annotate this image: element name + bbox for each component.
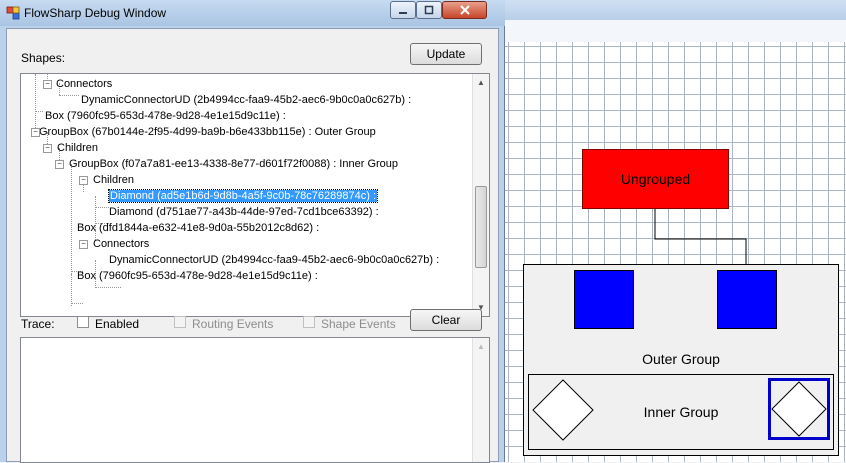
shapes-label: Shapes: — [21, 51, 66, 65]
tree-item-selected[interactable]: Diamond (ad5e1b6d-9d8b-4a5f-9c0b-78c7628… — [107, 188, 379, 204]
tree-item[interactable]: − Connectors — [77, 236, 149, 252]
tree-item[interactable]: − GroupBox (f07a7a81-ee13-4338-8e77-d601… — [53, 156, 398, 172]
minimize-button[interactable] — [390, 1, 416, 19]
tree-item[interactable]: − Children — [41, 140, 98, 156]
tree-item[interactable]: DynamicConnectorUD (2b4994cc-faa9-45b2-a… — [109, 252, 439, 268]
minimize-icon — [391, 2, 415, 18]
collapse-icon[interactable]: − — [43, 80, 52, 89]
tree-item[interactable]: − Connectors — [41, 76, 112, 92]
tree-item[interactable]: Box (dfd1844a-e632-41e8-9d0a-55b2012c8d6… — [77, 220, 319, 236]
window-title: FlowSharp Debug Window — [24, 6, 167, 20]
collapse-icon[interactable]: − — [79, 240, 88, 249]
close-icon — [443, 2, 486, 18]
routing-events-checkbox[interactable] — [174, 316, 186, 328]
debug-window-body: Shapes: Update − Connectors DynamicConne… — [6, 28, 499, 463]
tree-item[interactable]: Box (7960fc95-653d-478e-9d28-4e1e15d9c11… — [45, 108, 286, 124]
tree-line — [35, 111, 43, 112]
scroll-thumb[interactable] — [475, 186, 487, 268]
tree-line — [71, 303, 83, 304]
trace-output[interactable]: ▲ — [20, 337, 490, 463]
trace-label: Trace: — [21, 317, 55, 331]
collapse-icon[interactable]: − — [79, 176, 88, 185]
trace-scrollbar[interactable]: ▲ — [472, 338, 489, 462]
diamond-left[interactable] — [532, 379, 594, 441]
routing-events-label: Routing Events — [192, 317, 274, 331]
update-button[interactable]: Update — [410, 43, 482, 65]
shape-events-checkbox[interactable] — [303, 316, 315, 328]
tree-line — [95, 287, 121, 288]
close-button[interactable] — [442, 1, 487, 19]
debug-window: FlowSharp Debug Window Shapes: Update − … — [0, 0, 505, 463]
collapse-icon[interactable]: − — [43, 144, 52, 153]
clear-button[interactable]: Clear — [410, 309, 482, 331]
diagram-canvas[interactable]: Ungrouped Outer Group Inner Group — [504, 42, 846, 462]
tree-line — [71, 274, 72, 306]
diamond-right-selected[interactable] — [768, 378, 830, 440]
tree-item[interactable]: − GroupBox (67b0144e-2f95-4d99-ba9b-b6e4… — [23, 124, 376, 140]
tree-line — [71, 164, 72, 274]
enabled-checkbox[interactable] — [77, 316, 89, 328]
tree-line — [95, 207, 109, 208]
tree-item[interactable]: DynamicConnectorUD (2b4994cc-faa9-45b2-a… — [81, 92, 411, 108]
scroll-up-icon[interactable]: ▲ — [473, 74, 489, 91]
scroll-up-icon[interactable]: ▲ — [473, 338, 489, 355]
maximize-icon — [417, 2, 441, 18]
shapes-tree[interactable]: − Connectors DynamicConnectorUD (2b4994c… — [20, 73, 490, 317]
maximize-button[interactable] — [416, 1, 442, 19]
collapse-icon[interactable]: − — [55, 160, 64, 169]
tree-item[interactable]: Diamond (d751ae77-a43b-44de-97ed-7cd1bce… — [109, 204, 379, 220]
blue-box-right[interactable] — [717, 270, 777, 329]
tree-line — [59, 95, 79, 96]
tree-scrollbar[interactable]: ▲ ▼ — [472, 74, 489, 316]
flowsharp-app-icon — [6, 6, 20, 20]
debug-window-titlebar[interactable]: FlowSharp Debug Window — [0, 0, 505, 26]
blue-box-left[interactable] — [574, 270, 634, 329]
tree-line — [35, 74, 36, 128]
enabled-label: Enabled — [95, 317, 140, 331]
tree-item[interactable]: Box (7960fc95-653d-478e-9d28-4e1e15d9c11… — [77, 268, 318, 284]
tree-item[interactable]: − Children — [77, 172, 134, 188]
shape-events-label: Shape Events — [321, 317, 396, 331]
outer-group-label: Outer Group — [642, 351, 720, 367]
collapse-icon[interactable]: − — [31, 128, 40, 137]
